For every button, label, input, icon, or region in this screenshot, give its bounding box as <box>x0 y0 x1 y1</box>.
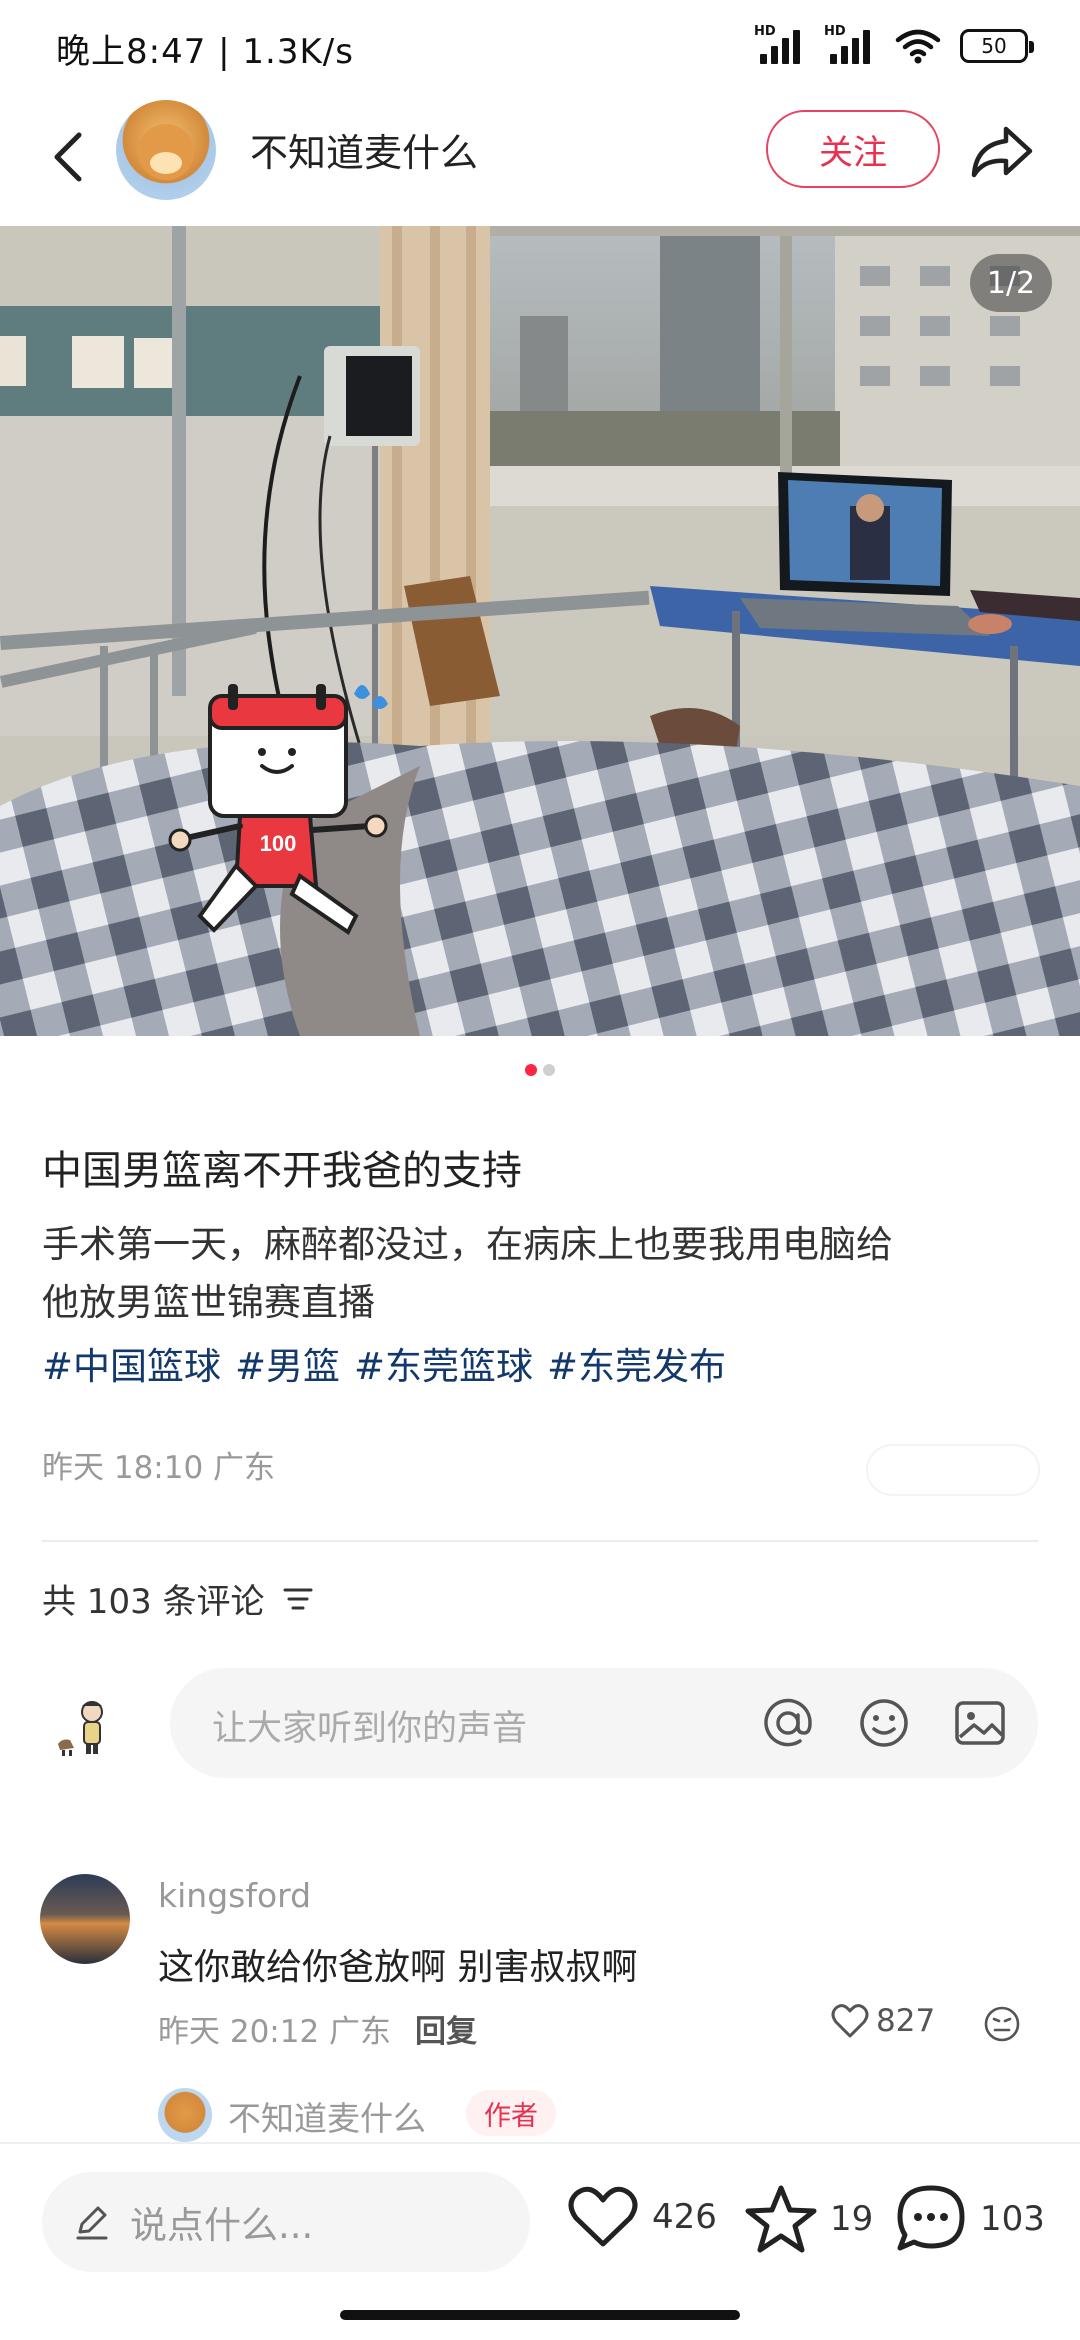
back-button[interactable] <box>34 122 104 192</box>
divider <box>42 1540 1038 1542</box>
comment-count-label: 共 103 条评论 <box>42 1582 265 1622</box>
comment-input-placeholder: 让大家听到你的声音 <box>212 1709 528 1749</box>
author-name[interactable]: 不知道麦什么 <box>250 122 478 177</box>
hashtag-link[interactable]: #东莞篮球 <box>354 1336 533 1390</box>
cell-signal-icon: HD <box>754 24 806 66</box>
image-icon <box>955 1701 1005 1745</box>
battery-icon: 50 <box>960 29 1034 63</box>
post-body: 手术第一天，麻醉都没过，在病床上也要我用电脑给 他放男篮世锦赛直播 <box>42 1216 1042 1332</box>
comment-input-field[interactable]: 让大家听到你的声音 <box>170 1668 1038 1778</box>
home-indicator[interactable] <box>340 2310 740 2320</box>
emoji-button[interactable] <box>856 1695 912 1751</box>
comment-like-button[interactable]: 827 <box>830 2002 935 2040</box>
comment-time-location: 昨天 20:12 广东 <box>158 2014 392 2050</box>
comment-like-count: 827 <box>876 2003 936 2039</box>
status-bar: 晚上8:47 | 1.3K/s HD HD 50 <box>0 0 1080 92</box>
comment-button[interactable]: 103 <box>894 2184 1045 2254</box>
photo-counter: 1/2 <box>970 254 1052 312</box>
emoji-icon <box>860 1699 908 1747</box>
cell-signal-icon: HD <box>824 24 876 66</box>
image-button[interactable] <box>952 1695 1008 1751</box>
like-button[interactable]: 426 <box>566 2184 717 2250</box>
author-avatar[interactable] <box>116 100 216 200</box>
carousel-dot <box>543 1064 555 1076</box>
author-badge: 作者 <box>466 2090 556 2136</box>
say-something-input[interactable]: 说点什么... <box>42 2172 530 2272</box>
carousel-indicator <box>0 1064 1080 1076</box>
reply-author-name[interactable]: 不知道麦什么 <box>228 2092 426 2140</box>
hashtag-link[interactable]: #男篮 <box>235 1336 340 1390</box>
collect-count: 19 <box>830 2199 874 2239</box>
wifi-icon <box>895 29 941 64</box>
comment-avatar[interactable] <box>40 1874 130 1964</box>
status-time: 晚上8:47 | 1.3K/s <box>56 32 354 72</box>
status-icons: HD HD 50 <box>754 24 1034 66</box>
comment-icon <box>897 2185 965 2251</box>
bottom-action-bar: 说点什么... 426 19 103 <box>0 2142 1080 2340</box>
my-avatar[interactable] <box>52 1694 116 1758</box>
collect-button[interactable]: 19 <box>744 2184 873 2254</box>
heart-icon <box>831 2004 869 2038</box>
follow-button[interactable]: 关注 <box>766 110 940 188</box>
post-timestamp-location: 昨天 18:10 广东 <box>42 1450 276 1486</box>
hashtag-link[interactable]: #东莞发布 <box>547 1336 726 1390</box>
signal-label: HD <box>754 24 776 39</box>
post-tags: #中国篮球 #男篮 #东莞篮球 #东莞发布 <box>42 1336 726 1390</box>
post-body-line: 手术第一天，麻醉都没过，在病床上也要我用电脑给 <box>42 1223 893 1266</box>
post-meta-placeholder <box>866 1444 1040 1496</box>
comment-count: 103 <box>980 2199 1045 2239</box>
at-icon <box>764 1698 812 1747</box>
back-icon <box>54 132 82 182</box>
comment-meta: 昨天 20:12 广东 回复 <box>158 2006 477 2051</box>
hospital-room-photo: 100 <box>0 226 1080 1036</box>
hashtag-link[interactable]: #中国篮球 <box>42 1336 221 1390</box>
pencil-icon <box>76 2206 108 2240</box>
post-body-line: 他放男篮世锦赛直播 <box>42 1281 375 1324</box>
reply-button[interactable]: 回复 <box>415 2006 477 2051</box>
comment-text[interactable]: 这你敢给你爸放啊 别害叔叔啊 <box>158 1938 637 1990</box>
carousel-dot-active <box>525 1064 537 1076</box>
filter-icon[interactable] <box>281 1584 315 1614</box>
post-photo[interactable]: 100 1/2 <box>0 226 1080 1036</box>
sticker-bib-number: 100 <box>260 831 297 856</box>
star-icon <box>745 2185 817 2253</box>
share-button[interactable] <box>966 116 1038 186</box>
share-icon <box>971 126 1033 178</box>
mention-button[interactable] <box>760 1695 816 1751</box>
battery-level: 50 <box>981 34 1007 58</box>
post-title: 中国男篮离不开我爸的支持 <box>42 1148 522 1194</box>
comment-username[interactable]: kingsford <box>158 1876 311 1915</box>
heart-icon <box>568 2186 638 2247</box>
post-header: 不知道麦什么 关注 <box>0 92 1080 226</box>
comment-count-header[interactable]: 共 103 条评论 <box>42 1574 315 1623</box>
say-something-placeholder: 说点什么... <box>130 2204 314 2247</box>
reply-author-avatar[interactable] <box>158 2088 212 2142</box>
like-count: 426 <box>652 2197 717 2237</box>
signal-label: HD <box>824 24 846 39</box>
emoji-reaction-icon[interactable] <box>982 2004 1022 2044</box>
